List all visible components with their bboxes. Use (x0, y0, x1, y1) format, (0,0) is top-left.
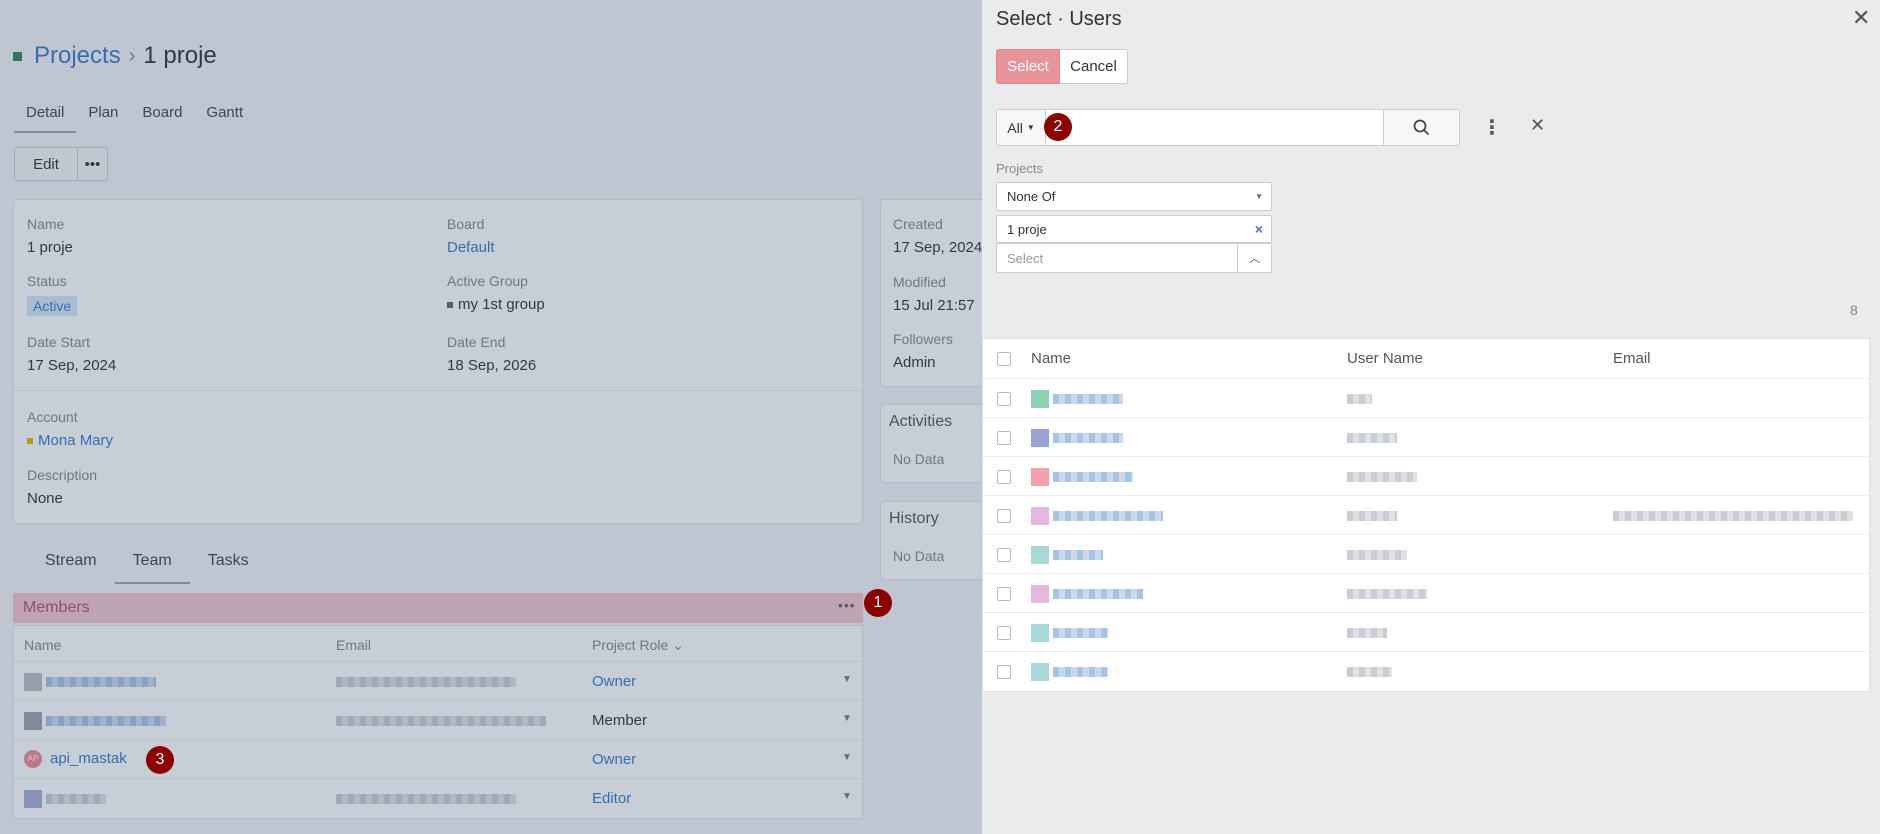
col-user-name[interactable]: User Name (1347, 350, 1423, 367)
avatar (1031, 468, 1049, 487)
chevron-up-icon[interactable]: ︿ (1237, 244, 1271, 272)
avatar (1031, 585, 1049, 604)
users-table: Name User Name Email (982, 338, 1870, 692)
table-row (983, 535, 1869, 574)
avatar (1031, 429, 1049, 448)
search-button[interactable] (1384, 109, 1460, 146)
cancel-button[interactable]: Cancel (1060, 49, 1128, 84)
col-email[interactable]: Email (1613, 350, 1651, 367)
user-username (1347, 429, 1397, 445)
table-row (983, 574, 1869, 613)
user-username (1347, 546, 1407, 562)
row-checkbox[interactable] (997, 470, 1011, 484)
user-username (1347, 663, 1392, 679)
user-name-link[interactable] (1031, 546, 1103, 565)
row-checkbox[interactable] (997, 431, 1011, 445)
caret-down-icon: ▼ (1255, 192, 1263, 201)
marker-3: 3 (146, 746, 174, 774)
select-button[interactable]: Select (996, 49, 1060, 84)
avatar (1031, 546, 1049, 565)
table-row (983, 613, 1869, 652)
select-users-modal: Select · Users ✕ Select Cancel All ▼ ⋮ ✕ … (982, 0, 1880, 834)
result-count: 8 (1850, 302, 1858, 318)
avatar (1031, 624, 1049, 643)
select-all-checkbox[interactable] (997, 352, 1011, 366)
row-checkbox[interactable] (997, 509, 1011, 523)
avatar (1031, 507, 1049, 526)
user-name-link[interactable] (1031, 468, 1133, 487)
table-row (983, 379, 1869, 418)
row-checkbox[interactable] (997, 392, 1011, 406)
projects-select-input[interactable]: Select ︿ (996, 243, 1272, 273)
row-checkbox[interactable] (997, 665, 1011, 679)
users-table-header: Name User Name Email (983, 339, 1869, 379)
table-row (983, 457, 1869, 496)
modal-actions: Select Cancel (996, 49, 1128, 84)
col-name[interactable]: Name (1031, 350, 1071, 367)
scope-dropdown[interactable]: All ▼ (996, 109, 1046, 146)
row-checkbox[interactable] (997, 587, 1011, 601)
table-row (983, 496, 1869, 535)
user-username (1347, 507, 1397, 523)
search-icon (1413, 119, 1430, 136)
close-icon[interactable]: ✕ (1852, 5, 1870, 31)
projects-filter-label: Projects (996, 161, 1043, 176)
projects-operator-select[interactable]: None Of ▼ (996, 182, 1272, 211)
user-name-link[interactable] (1031, 663, 1108, 682)
user-name-link[interactable] (1031, 585, 1143, 604)
user-name-link[interactable] (1031, 507, 1163, 526)
user-username (1347, 624, 1387, 640)
marker-1: 1 (864, 589, 892, 617)
table-row (983, 418, 1869, 457)
table-row (983, 652, 1869, 691)
user-name-link[interactable] (1031, 624, 1108, 643)
kebab-menu-icon[interactable]: ⋮ (1482, 115, 1502, 140)
avatar (1031, 663, 1049, 682)
user-name-link[interactable] (1031, 390, 1123, 409)
user-username (1347, 585, 1427, 601)
user-name-link[interactable] (1031, 429, 1123, 448)
row-checkbox[interactable] (997, 626, 1011, 640)
avatar (1031, 390, 1049, 409)
user-username (1347, 468, 1417, 484)
marker-2: 2 (1044, 113, 1072, 141)
user-email (1613, 507, 1853, 523)
row-checkbox[interactable] (997, 548, 1011, 562)
modal-backdrop[interactable] (0, 0, 982, 834)
modal-title: Select · Users (996, 8, 1122, 30)
clear-filters-icon[interactable]: ✕ (1530, 115, 1545, 136)
caret-down-icon: ▼ (1026, 123, 1035, 132)
selected-project-chip: 1 proje × (996, 215, 1272, 243)
remove-chip-icon[interactable]: × (1255, 221, 1263, 237)
search-input[interactable] (1046, 109, 1384, 146)
user-username (1347, 390, 1372, 406)
